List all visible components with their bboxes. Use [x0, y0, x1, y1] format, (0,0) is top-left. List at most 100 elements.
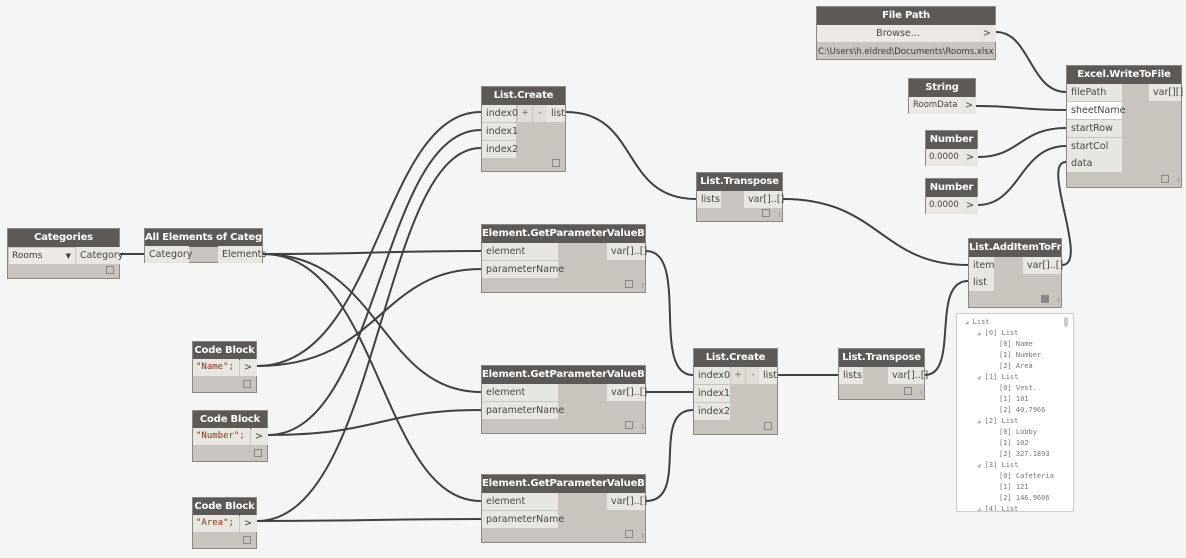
code-block-node-area[interactable]: Code Block "Area"; >: [192, 497, 257, 549]
preview-toggle-icon[interactable]: [254, 449, 262, 457]
code-editor[interactable]: "Name";: [193, 359, 239, 376]
resize-grip-icon[interactable]: [642, 283, 643, 288]
resize-grip-icon[interactable]: [779, 212, 780, 217]
resize-grip-icon[interactable]: [1058, 298, 1059, 303]
browse-button[interactable]: Browse...: [817, 25, 979, 42]
output-port[interactable]: >: [961, 97, 976, 114]
remove-input-button[interactable]: -: [533, 105, 547, 122]
number-value-input[interactable]: 0.0000: [926, 197, 962, 214]
preview-tree-item[interactable]: ◢ List: [957, 317, 1073, 328]
list-create-node-bottom[interactable]: List.Create index0 index1 index2 + - lis…: [693, 348, 778, 435]
input-port-list[interactable]: list: [969, 274, 994, 291]
expand-triangle-icon[interactable]: ◢: [977, 418, 981, 425]
input-port-startcol[interactable]: startCol: [1067, 138, 1122, 155]
output-port[interactable]: Category: [76, 247, 123, 264]
preview-toggle-icon[interactable]: [904, 387, 912, 395]
preview-tree-item[interactable]: ◢ [3] List: [957, 460, 1073, 471]
excel-write-to-file-node[interactable]: Excel.WriteToFile filePath sheetName sta…: [1066, 65, 1183, 188]
preview-tree-item[interactable]: ◢ [1] List: [957, 372, 1073, 383]
code-block-node-number[interactable]: Code Block "Number"; >: [192, 410, 268, 462]
list-create-node-top[interactable]: List.Create index0 index1 index2 + - lis…: [481, 86, 566, 172]
category-dropdown[interactable]: Rooms ▼: [9, 248, 75, 264]
list-transpose-node-top[interactable]: List.Transpose lists var[]..[]: [696, 172, 784, 222]
resize-grip-icon[interactable]: [642, 424, 643, 429]
input-port-category[interactable]: Category: [145, 246, 192, 263]
output-port[interactable]: Elements: [218, 246, 266, 263]
number-node-start-col[interactable]: Number 0.0000 >: [925, 178, 978, 214]
preview-toggle-icon[interactable]: [625, 421, 633, 429]
input-port-index2[interactable]: index2: [694, 403, 730, 420]
input-port-sheetname[interactable]: sheetName: [1067, 102, 1125, 119]
input-port-index1[interactable]: index1: [694, 385, 730, 402]
preview-toggle-icon[interactable]: [1041, 295, 1049, 303]
input-port-parametername[interactable]: parameterName: [482, 261, 564, 278]
input-port-item[interactable]: item: [969, 257, 994, 274]
output-port[interactable]: var[]..[]: [607, 243, 647, 260]
input-port-index0[interactable]: index0: [694, 367, 730, 384]
file-path-node[interactable]: File Path Browse... > C:\Users\h.eldred\…: [816, 6, 996, 60]
code-editor[interactable]: "Number";: [193, 428, 250, 445]
get-parameter-value-node-area[interactable]: Element.GetParameterValueByName element …: [481, 474, 647, 543]
code-block-node-name[interactable]: Code Block "Name"; >: [192, 341, 257, 393]
all-elements-of-category-node[interactable]: All Elements of Category Category Elemen…: [144, 228, 266, 263]
input-port-parametername[interactable]: parameterName: [482, 511, 564, 528]
expand-triangle-icon[interactable]: ◢: [977, 330, 981, 337]
list-add-item-to-front-node[interactable]: List.AddItemToFront item list var[]..[]: [968, 238, 1063, 308]
output-port[interactable]: >: [962, 149, 978, 166]
output-port[interactable]: var[]..[]: [607, 384, 647, 401]
output-port[interactable]: var[][]: [1149, 84, 1183, 101]
resize-grip-icon[interactable]: [642, 533, 643, 538]
output-port[interactable]: var[]..[]: [744, 191, 784, 208]
input-port-lists[interactable]: lists: [839, 367, 863, 384]
expand-triangle-icon[interactable]: ◢: [977, 374, 981, 381]
number-node-start-row[interactable]: Number 0.0000 >: [925, 130, 978, 166]
input-port-element[interactable]: element: [482, 243, 558, 260]
get-parameter-value-node-name[interactable]: Element.GetParameterValueByName element …: [481, 224, 647, 293]
preview-toggle-icon[interactable]: [625, 530, 633, 538]
string-node[interactable]: String RoomData >: [908, 78, 976, 114]
output-port[interactable]: >: [240, 359, 257, 376]
output-port[interactable]: list: [547, 105, 565, 122]
output-port[interactable]: >: [962, 197, 978, 214]
output-port[interactable]: list: [759, 367, 777, 384]
add-input-button[interactable]: +: [731, 367, 745, 384]
preview-toggle-icon[interactable]: [625, 280, 633, 288]
output-port[interactable]: >: [979, 25, 996, 42]
preview-toggle-icon[interactable]: [762, 209, 770, 217]
input-port-lists[interactable]: lists: [697, 191, 721, 208]
input-port-parametername[interactable]: parameterName: [482, 402, 564, 419]
preview-toggle-icon[interactable]: [552, 159, 560, 167]
input-port-element[interactable]: element: [482, 384, 558, 401]
input-port-startrow[interactable]: startRow: [1067, 120, 1122, 137]
preview-tree-item[interactable]: ◢ [2] List: [957, 416, 1073, 427]
output-port[interactable]: var[]..[]: [888, 367, 928, 384]
resize-grip-icon[interactable]: [921, 390, 922, 395]
string-value-input[interactable]: RoomData: [909, 97, 961, 114]
preview-toggle-icon[interactable]: [243, 536, 251, 544]
code-editor[interactable]: "Area";: [193, 515, 239, 532]
expand-triangle-icon[interactable]: ◢: [977, 506, 981, 511]
input-port-data[interactable]: data: [1067, 155, 1122, 172]
output-port[interactable]: var[]..[]: [607, 493, 647, 510]
preview-toggle-icon[interactable]: [764, 422, 772, 430]
output-port[interactable]: var[]..[]: [1023, 257, 1063, 274]
expand-triangle-icon[interactable]: ◢: [977, 462, 981, 469]
preview-bubble[interactable]: ◢ List ◢ [0] List [0] Name [1] Number [2] Area…: [956, 313, 1074, 512]
list-transpose-node-bottom[interactable]: List.Transpose lists var[]..[]: [838, 348, 928, 400]
get-parameter-value-node-number[interactable]: Element.GetParameterValueByName element …: [481, 365, 647, 434]
resize-grip-icon[interactable]: [1178, 178, 1179, 183]
categories-node[interactable]: Categories Rooms ▼ Category: [7, 228, 123, 279]
scrollbar-thumb[interactable]: [1064, 317, 1068, 327]
preview-toggle-icon[interactable]: [243, 380, 251, 388]
preview-toggle-icon[interactable]: [106, 266, 114, 274]
preview-tree-item[interactable]: ◢ [0] List: [957, 328, 1073, 339]
expand-triangle-icon[interactable]: ◢: [965, 319, 969, 326]
output-port[interactable]: >: [251, 428, 268, 445]
input-port-index2[interactable]: index2: [482, 141, 518, 158]
input-port-filepath[interactable]: filePath: [1067, 84, 1122, 101]
preview-tree-item[interactable]: ◢ [4] List: [957, 504, 1073, 511]
output-port[interactable]: >: [240, 515, 257, 532]
number-value-input[interactable]: 0.0000: [926, 149, 962, 166]
input-port-index1[interactable]: index1: [482, 123, 518, 140]
input-port-element[interactable]: element: [482, 493, 558, 510]
